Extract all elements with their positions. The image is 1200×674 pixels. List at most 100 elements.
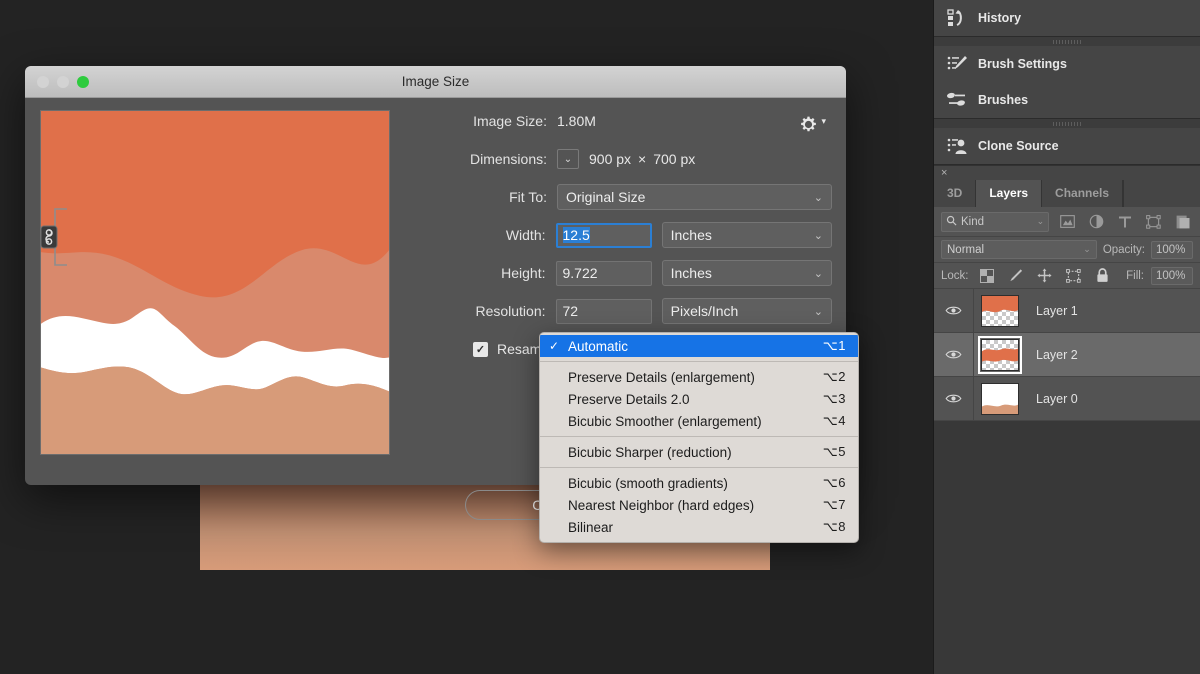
height-value: 9.722 <box>563 265 598 281</box>
photoshop-screen: History Brush Settings <box>0 0 1200 674</box>
checkmark-icon: ✓ <box>540 339 568 353</box>
history-icon <box>946 9 978 27</box>
height-row: Height: 9.722 Inches ⌄ <box>405 258 832 288</box>
opacity-label: Opacity: <box>1103 244 1145 256</box>
layer-visibility-toggle[interactable] <box>934 289 974 332</box>
layer-filter-row: Kind ⌄ <box>934 207 1200 237</box>
menu-item-label: Bicubic Smoother (enlargement) <box>568 414 823 429</box>
type-filter-icon[interactable] <box>1115 212 1136 232</box>
lock-transparent-icon[interactable] <box>976 266 998 286</box>
menu-item-preserve-details-enlargement[interactable]: Preserve Details (enlargement) ⌥2 <box>540 366 858 388</box>
width-unit-value: Inches <box>671 227 712 243</box>
menu-separator <box>540 467 858 468</box>
dock-item-brush-settings[interactable]: Brush Settings <box>934 46 1200 82</box>
resolution-input[interactable]: 72 <box>556 299 652 324</box>
lock-all-icon[interactable] <box>1092 266 1114 286</box>
chevron-down-icon: ⌄ <box>814 229 823 242</box>
menu-item-automatic[interactable]: ✓ Automatic ⌥1 <box>540 335 858 357</box>
height-unit-select[interactable]: Inches ⌄ <box>662 260 832 286</box>
search-icon <box>946 215 957 229</box>
menu-separator <box>540 436 858 437</box>
resolution-unit-select[interactable]: Pixels/Inch ⌄ <box>662 298 832 324</box>
resolution-value: 72 <box>563 303 579 319</box>
chevron-down-icon: ⌄ <box>814 267 823 280</box>
width-input[interactable]: 12.5 <box>556 223 652 248</box>
layer-visibility-toggle[interactable] <box>934 333 974 376</box>
checkmark-icon: ✓ <box>476 343 485 356</box>
dock-item-label: Brushes <box>978 93 1028 107</box>
tab-layers[interactable]: Layers <box>976 180 1042 207</box>
layer-visibility-toggle[interactable] <box>934 377 974 420</box>
height-input[interactable]: 9.722 <box>556 261 652 286</box>
image-filter-icon[interactable] <box>1057 212 1078 232</box>
dimensions-width-value: 900 px <box>589 151 631 167</box>
image-preview[interactable] <box>40 110 390 455</box>
lock-image-icon[interactable] <box>1005 266 1027 286</box>
tab-channels[interactable]: Channels <box>1042 180 1123 207</box>
menu-item-bilinear[interactable]: Bilinear ⌥8 <box>540 516 858 538</box>
height-unit-value: Inches <box>671 265 712 281</box>
close-icon[interactable]: × <box>941 168 947 179</box>
fit-to-select[interactable]: Original Size ⌄ <box>557 184 832 210</box>
fit-to-label: Fit To: <box>405 189 557 205</box>
menu-item-preserve-details-2[interactable]: Preserve Details 2.0 ⌥3 <box>540 388 858 410</box>
layer-name: Layer 0 <box>1026 392 1078 406</box>
filter-kind-select[interactable]: Kind ⌄ <box>941 212 1049 232</box>
layers-panel: × 3D Layers Channels <box>934 166 1200 674</box>
fill-input[interactable]: 100% <box>1151 267 1193 285</box>
filter-kind-label: Kind <box>961 216 984 228</box>
brushes-icon <box>946 91 978 109</box>
layer-row[interactable]: Layer 1 <box>934 289 1200 333</box>
resolution-unit-value: Pixels/Inch <box>671 303 739 319</box>
right-panel-dock: History Brush Settings <box>933 0 1200 674</box>
dimensions-height-value: 700 px <box>653 151 695 167</box>
layer-row[interactable]: Layer 2 <box>934 333 1200 377</box>
dock-item-history[interactable]: History <box>934 0 1200 36</box>
layer-thumbnail-wrap[interactable] <box>974 339 1026 371</box>
dock-item-brushes[interactable]: Brushes <box>934 82 1200 118</box>
tab-3d[interactable]: 3D <box>934 180 976 207</box>
menu-item-shortcut: ⌥4 <box>823 413 846 429</box>
dock-group-brushes: Brush Settings Brushes <box>934 46 1200 119</box>
adjustment-filter-icon[interactable] <box>1086 212 1107 232</box>
menu-item-bicubic[interactable]: Bicubic (smooth gradients) ⌥6 <box>540 472 858 494</box>
blend-mode-select[interactable]: Normal ⌄ <box>941 240 1097 259</box>
dock-grip-2[interactable] <box>934 119 1200 128</box>
smart-object-filter-icon[interactable] <box>1172 212 1193 232</box>
menu-item-nearest-neighbor[interactable]: Nearest Neighbor (hard edges) ⌥7 <box>540 494 858 516</box>
lock-position-icon[interactable] <box>1034 266 1056 286</box>
eye-icon <box>945 305 962 316</box>
resolution-label: Resolution: <box>405 303 556 319</box>
menu-item-shortcut: ⌥2 <box>823 369 846 385</box>
chevron-down-icon: ⌄ <box>814 305 823 318</box>
panel-tab-strip: 3D Layers Channels <box>934 180 1200 207</box>
resample-checkbox[interactable]: ✓ <box>473 342 488 357</box>
dimensions-dropdown-button[interactable]: ⌄ <box>557 149 579 169</box>
dock-item-label: Brush Settings <box>978 57 1067 71</box>
chevron-down-icon: ⌄ <box>1083 244 1091 255</box>
menu-item-label: Nearest Neighbor (hard edges) <box>568 498 823 513</box>
image-size-row: Image Size: 1.80M <box>405 106 832 136</box>
opacity-input[interactable]: 100% <box>1151 241 1193 259</box>
dock-group-clone-source: Clone Source <box>934 128 1200 165</box>
dock-item-clone-source[interactable]: Clone Source <box>934 128 1200 164</box>
width-row: Width: 12.5 Inches ⌄ <box>405 220 832 250</box>
constrain-proportions-toggle[interactable] <box>39 206 69 266</box>
layer-row[interactable]: Layer 0 <box>934 377 1200 421</box>
layer-thumbnail <box>981 383 1019 415</box>
menu-item-label: Preserve Details (enlargement) <box>568 370 823 385</box>
lock-artboard-icon[interactable] <box>1063 266 1085 286</box>
fit-to-row: Fit To: Original Size ⌄ <box>405 182 832 212</box>
layer-thumbnail <box>981 339 1019 371</box>
menu-item-label: Bilinear <box>568 520 823 535</box>
menu-item-bicubic-smoother[interactable]: Bicubic Smoother (enlargement) ⌥4 <box>540 410 858 432</box>
menu-item-bicubic-sharper[interactable]: Bicubic Sharper (reduction) ⌥5 <box>540 441 858 463</box>
width-unit-select[interactable]: Inches ⌄ <box>662 222 832 248</box>
menu-item-shortcut: ⌥3 <box>823 391 846 407</box>
shape-filter-icon[interactable] <box>1143 212 1164 232</box>
layer-thumbnail-wrap[interactable] <box>974 383 1026 415</box>
dialog-titlebar[interactable]: Image Size <box>25 66 846 98</box>
layer-thumbnail-wrap[interactable] <box>974 295 1026 327</box>
dock-grip-1[interactable] <box>934 37 1200 46</box>
menu-item-label: Automatic <box>568 339 823 354</box>
